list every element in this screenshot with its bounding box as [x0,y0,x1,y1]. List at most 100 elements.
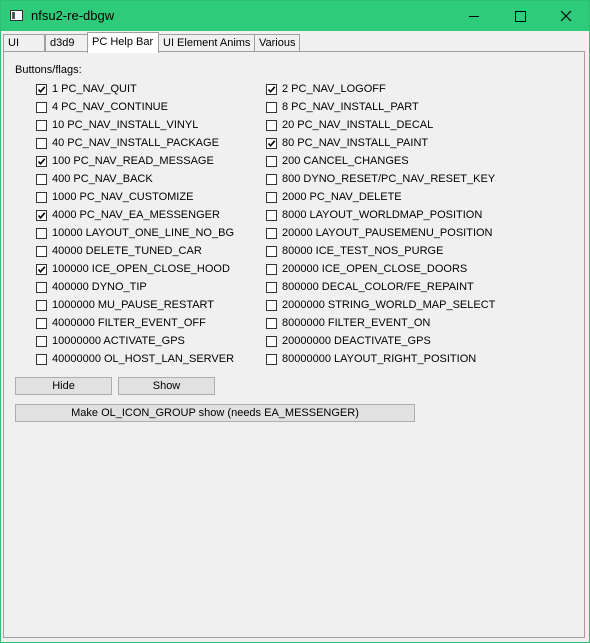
checkbox-unchecked-icon[interactable] [266,227,277,239]
flag-checkbox[interactable]: 1000 PC_NAV_CUSTOMIZE [36,190,193,204]
checkbox-checked-icon[interactable] [266,83,277,95]
flag-label: 400 PC_NAV_BACK [52,173,153,185]
flag-label: 20 PC_NAV_INSTALL_DECAL [282,119,434,131]
flag-label: 40000000 OL_HOST_LAN_SERVER [52,353,235,365]
flag-label: 800 DYNO_RESET/PC_NAV_RESET_KEYS [282,173,496,185]
flag-label: 4000 PC_NAV_EA_MESSENGER [52,209,220,221]
checkbox-unchecked-icon[interactable] [266,191,277,203]
flag-label: 800000 DECAL_COLOR/FE_REPAINT [282,281,474,293]
flag-label: 10 PC_NAV_INSTALL_VINYL [52,119,199,131]
maximize-icon[interactable] [497,1,543,31]
checkbox-unchecked-icon[interactable] [36,227,47,239]
flag-label: 20000 LAYOUT_PAUSEMENU_POSITION [282,227,493,239]
checkbox-unchecked-icon[interactable] [266,281,277,293]
tab-d3d9[interactable]: d3d9 [45,34,88,51]
checkbox-unchecked-icon[interactable] [266,353,277,365]
flag-checkbox[interactable]: 40000000 OL_HOST_LAN_SERVER [36,352,234,366]
flag-checkbox[interactable]: 80000 ICE_TEST_NOS_PURGE [266,244,496,258]
title-bar[interactable]: nfsu2-re-dbgw [1,1,589,31]
checkbox-unchecked-icon[interactable] [266,119,277,131]
checkbox-unchecked-icon[interactable] [36,299,47,311]
checkbox-unchecked-icon[interactable] [266,245,277,257]
flag-checkbox[interactable]: 800 DYNO_RESET/PC_NAV_RESET_KEYS [266,172,496,186]
flag-label: 80000 ICE_TEST_NOS_PURGE [282,245,444,257]
flag-label: 200000 ICE_OPEN_CLOSE_DOORS [282,263,468,275]
flag-checkbox[interactable]: 100 PC_NAV_READ_MESSAGE [36,154,214,168]
flag-checkbox[interactable]: 80 PC_NAV_INSTALL_PAINT [266,136,496,150]
flag-checkbox[interactable]: 8000 LAYOUT_WORLDMAP_POSITION [266,208,496,222]
show-button[interactable]: Show [118,377,215,395]
hide-button[interactable]: Hide [15,377,112,395]
flag-checkbox[interactable]: 200000 ICE_OPEN_CLOSE_DOORS [266,262,496,276]
flag-checkbox[interactable]: 100000 ICE_OPEN_CLOSE_HOOD [36,262,230,276]
flag-label: 1000000 MU_PAUSE_RESTART [52,299,215,311]
tab-pc-help-bar[interactable]: PC Help Bar [87,32,159,53]
checkbox-unchecked-icon[interactable] [266,155,277,167]
flag-checkbox[interactable]: 1 PC_NAV_QUIT [36,82,137,96]
checkbox-unchecked-icon[interactable] [36,137,47,149]
flag-label: 8 PC_NAV_INSTALL_PART [282,101,419,113]
tab-ui-element-anims[interactable]: UI Element Anims [158,34,255,51]
checkbox-unchecked-icon[interactable] [266,173,277,185]
minimize-icon[interactable] [451,1,497,31]
flag-checkbox[interactable]: 4000000 FILTER_EVENT_OFF [36,316,206,330]
checkbox-unchecked-icon[interactable] [36,119,47,131]
flag-checkbox[interactable]: 8000000 FILTER_EVENT_ON [266,316,496,330]
flag-checkbox[interactable]: 200 CANCEL_CHANGES [266,154,496,168]
checkbox-checked-icon[interactable] [36,209,47,221]
flag-label: 2 PC_NAV_LOGOFF [282,83,386,95]
flag-label: 10000 LAYOUT_ONE_LINE_NO_BG [52,227,234,239]
checkbox-checked-icon[interactable] [266,137,277,149]
flag-checkbox[interactable]: 10000 LAYOUT_ONE_LINE_NO_BG [36,226,234,240]
checkbox-unchecked-icon[interactable] [266,317,277,329]
flag-label: 40 PC_NAV_INSTALL_PACKAGE [52,137,219,149]
checkbox-unchecked-icon[interactable] [36,191,47,203]
flag-label: 200 CANCEL_CHANGES [282,155,409,167]
checkbox-unchecked-icon[interactable] [266,299,277,311]
flag-checkbox[interactable]: 2 PC_NAV_LOGOFF [266,82,496,96]
flag-checkbox[interactable]: 40000 DELETE_TUNED_CAR [36,244,202,258]
flag-checkbox[interactable]: 2000 PC_NAV_DELETE [266,190,496,204]
checkbox-unchecked-icon[interactable] [36,245,47,257]
flag-label: 40000 DELETE_TUNED_CAR [52,245,202,257]
flag-checkbox[interactable]: 10 PC_NAV_INSTALL_VINYL [36,118,198,132]
checkbox-unchecked-icon[interactable] [266,209,277,221]
flag-checkbox[interactable]: 20000000 DEACTIVATE_GPS [266,334,496,348]
flag-checkbox[interactable]: 40 PC_NAV_INSTALL_PACKAGE [36,136,219,150]
checkbox-unchecked-icon[interactable] [36,335,47,347]
flag-checkbox[interactable]: 8 PC_NAV_INSTALL_PART [266,100,496,114]
checkbox-unchecked-icon[interactable] [266,263,277,275]
flag-checkbox[interactable]: 4 PC_NAV_CONTINUE [36,100,168,114]
flag-label: 4 PC_NAV_CONTINUE [52,101,168,113]
flag-label: 8000 LAYOUT_WORLDMAP_POSITION [282,209,483,221]
checkbox-unchecked-icon[interactable] [266,101,277,113]
flag-checkbox[interactable]: 400000 DYNO_TIP [36,280,147,294]
flag-label: 4000000 FILTER_EVENT_OFF [52,317,206,329]
make-ol-icon-group-show-button[interactable]: Make OL_ICON_GROUP show (needs EA_MESSEN… [15,404,415,422]
flag-checkbox[interactable]: 4000 PC_NAV_EA_MESSENGER [36,208,220,222]
flag-label: 1000 PC_NAV_CUSTOMIZE [52,191,194,203]
checkbox-unchecked-icon[interactable] [36,173,47,185]
flag-checkbox[interactable]: 80000000 LAYOUT_RIGHT_POSITION [266,352,496,366]
close-icon[interactable] [543,1,589,31]
checkbox-checked-icon[interactable] [36,83,47,95]
app-icon [10,10,23,21]
checkbox-unchecked-icon[interactable] [266,335,277,347]
flag-label: 2000 PC_NAV_DELETE [282,191,402,203]
checkbox-unchecked-icon[interactable] [36,281,47,293]
flag-checkbox[interactable]: 20000 LAYOUT_PAUSEMENU_POSITION [266,226,496,240]
tab-ui[interactable]: UI [3,34,45,51]
checkbox-checked-icon[interactable] [36,155,47,167]
flag-checkbox[interactable]: 10000000 ACTIVATE_GPS [36,334,185,348]
flag-checkbox[interactable]: 400 PC_NAV_BACK [36,172,153,186]
flag-label: 20000000 DEACTIVATE_GPS [282,335,431,347]
checkbox-unchecked-icon[interactable] [36,353,47,365]
checkbox-unchecked-icon[interactable] [36,317,47,329]
flag-checkbox[interactable]: 800000 DECAL_COLOR/FE_REPAINT [266,280,496,294]
checkbox-unchecked-icon[interactable] [36,101,47,113]
flag-checkbox[interactable]: 20 PC_NAV_INSTALL_DECAL [266,118,496,132]
tab-various[interactable]: Various [254,34,300,51]
flag-checkbox[interactable]: 2000000 STRING_WORLD_MAP_SELECT [266,298,496,312]
flag-checkbox[interactable]: 1000000 MU_PAUSE_RESTART [36,298,214,312]
checkbox-checked-icon[interactable] [36,263,47,275]
